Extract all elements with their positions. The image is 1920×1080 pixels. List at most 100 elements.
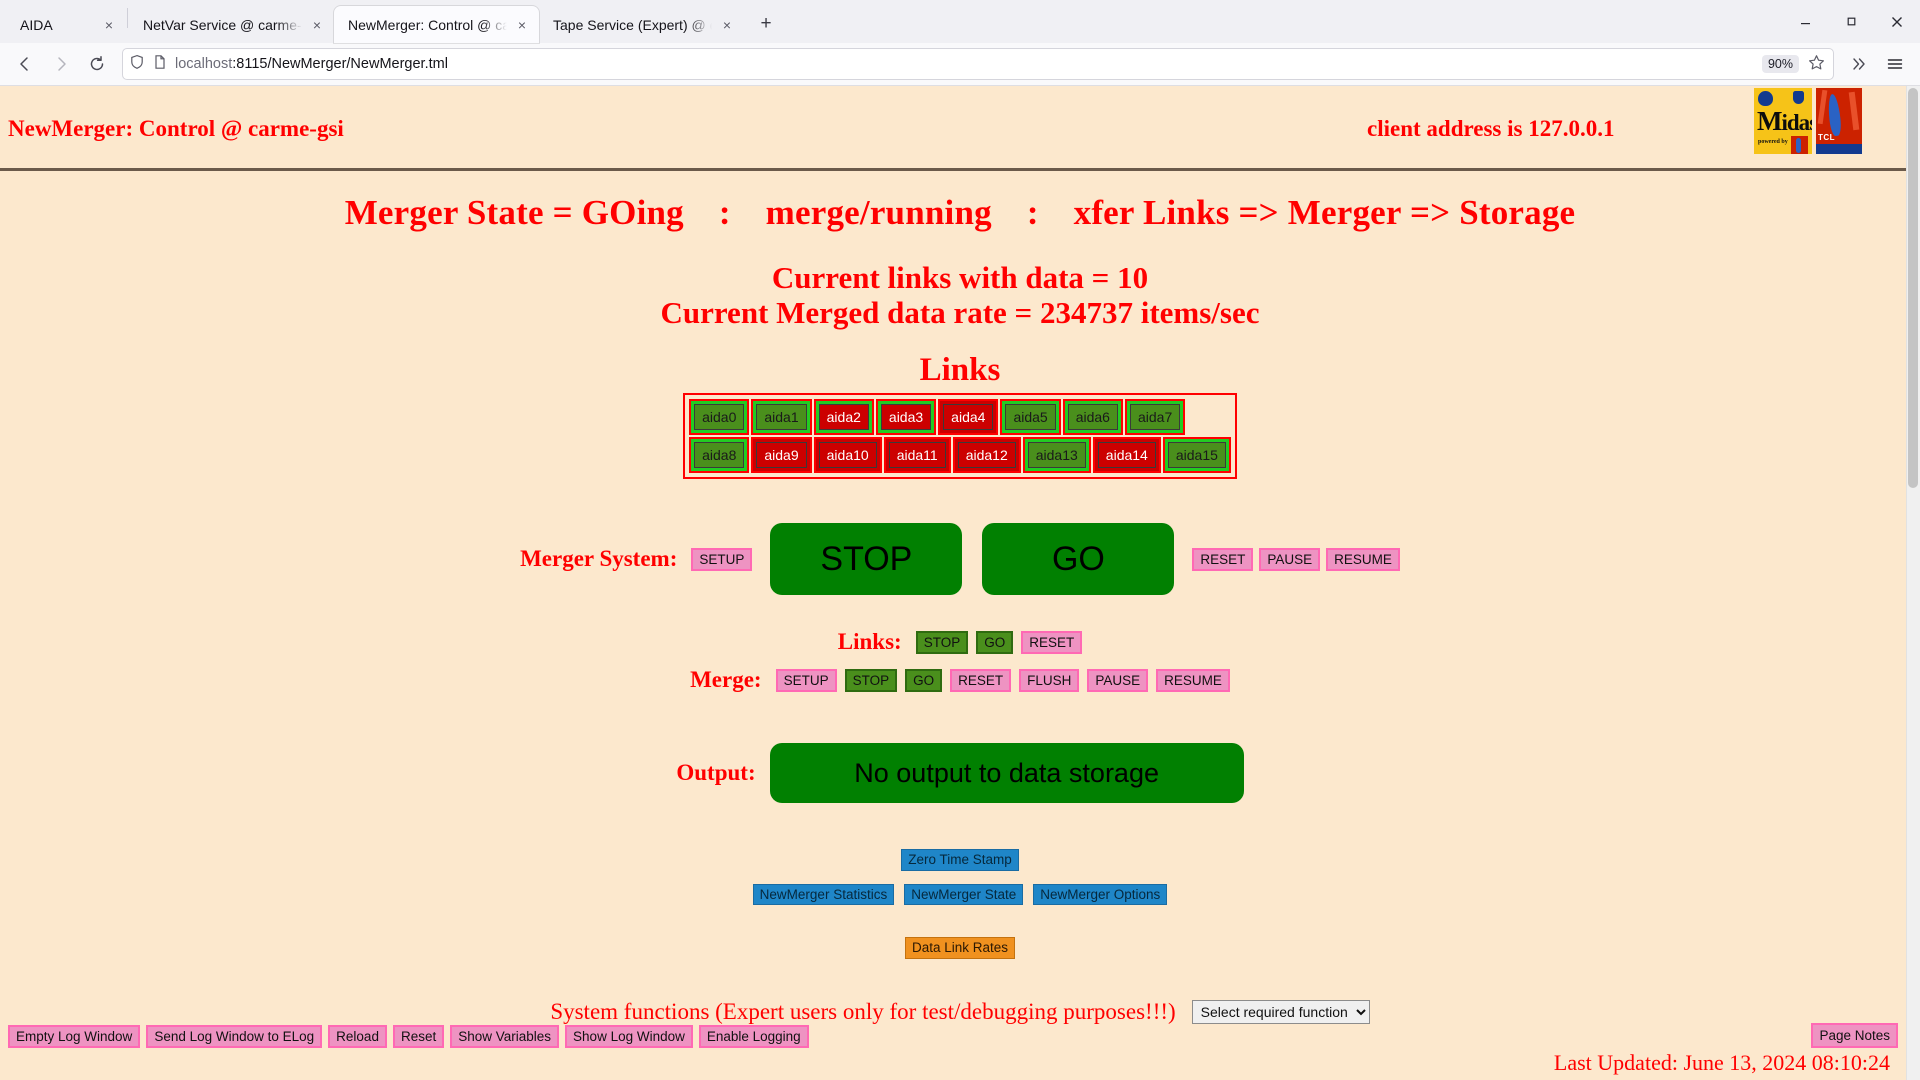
- merge-stop-button[interactable]: STOP: [844, 668, 898, 693]
- newmerger-links-row: NewMerger Statistics NewMerger State New…: [0, 883, 1920, 906]
- merge-pause-button[interactable]: PAUSE: [1087, 668, 1149, 693]
- link-cell-aida9[interactable]: aida9: [751, 437, 812, 474]
- newmerger-statistics-button[interactable]: NewMerger Statistics: [752, 883, 895, 906]
- merge-flush-button[interactable]: FLUSH: [1019, 668, 1080, 693]
- hamburger-menu-icon[interactable]: [1878, 48, 1912, 80]
- merger-system-setup-button[interactable]: SETUP: [691, 547, 753, 572]
- link-button-aida11[interactable]: aida11: [888, 442, 946, 469]
- link-cell-aida3[interactable]: aida3: [875, 399, 937, 436]
- merger-system-stop-button[interactable]: STOP: [770, 523, 963, 596]
- merge-go-button[interactable]: GO: [905, 668, 943, 693]
- link-button-aida7[interactable]: aida7: [1129, 404, 1181, 431]
- link-cell-aida12[interactable]: aida12: [952, 437, 1021, 474]
- merger-system-go-button[interactable]: GO: [982, 523, 1175, 596]
- link-button-aida5[interactable]: aida5: [1005, 404, 1056, 431]
- page-icon: [152, 54, 168, 74]
- link-button-aida6[interactable]: aida6: [1067, 404, 1118, 431]
- link-button-aida15[interactable]: aida15: [1167, 442, 1226, 469]
- data-link-rates-button[interactable]: Data Link Rates: [904, 937, 1016, 959]
- show-log-window-button[interactable]: Show Log Window: [565, 1024, 693, 1048]
- footer-toolbar: Empty Log Window Send Log Window to ELog…: [0, 1023, 1906, 1049]
- scrollbar-thumb[interactable]: [1908, 88, 1918, 488]
- tab-strip: AIDA × NetVar Service @ carme-gsi × NewM…: [0, 0, 1920, 43]
- tab-aida[interactable]: AIDA ×: [6, 6, 126, 43]
- close-icon[interactable]: ×: [100, 16, 118, 34]
- link-cell-aida11[interactable]: aida11: [883, 437, 951, 474]
- link-cell-aida7[interactable]: aida7: [1124, 399, 1186, 436]
- forward-arrow-icon[interactable]: [44, 48, 78, 80]
- link-button-aida3[interactable]: aida3: [880, 404, 932, 431]
- midas-wordmark-m: M: [1757, 106, 1783, 136]
- link-button-aida12[interactable]: aida12: [957, 442, 1016, 469]
- link-button-aida9[interactable]: aida9: [756, 442, 807, 469]
- merge-setup-button[interactable]: SETUP: [775, 668, 837, 693]
- tab-netvar-service[interactable]: NetVar Service @ carme-gsi ×: [129, 6, 334, 43]
- links-grid-wrapper: aida0 aida1 aida2 aida3 aida4 aida5 aida6 aida7…: [0, 393, 1920, 480]
- links-stop-button[interactable]: STOP: [915, 630, 969, 655]
- merger-system-label: Merger System:: [520, 546, 678, 572]
- newmerger-state-button[interactable]: NewMerger State: [904, 883, 1024, 906]
- shield-icon[interactable]: [129, 54, 145, 74]
- merge-reset-button[interactable]: RESET: [950, 668, 1012, 693]
- address-bar[interactable]: localhost:8115/NewMerger/NewMerger.tml 9…: [122, 48, 1834, 80]
- links-go-button[interactable]: GO: [976, 630, 1014, 655]
- tab-tape-service[interactable]: Tape Service (Expert) @ carme-gsi ×: [539, 6, 744, 43]
- new-tab-button[interactable]: +: [750, 8, 782, 40]
- link-cell-aida13[interactable]: aida13: [1022, 437, 1091, 474]
- enable-logging-button[interactable]: Enable Logging: [698, 1024, 809, 1048]
- link-cell-aida2[interactable]: aida2: [813, 399, 874, 436]
- link-cell-aida8[interactable]: aida8: [689, 437, 750, 474]
- link-cell-aida4[interactable]: aida4: [938, 399, 999, 436]
- close-icon[interactable]: ×: [718, 16, 736, 34]
- tab-newmerger-control[interactable]: NewMerger: Control @ carme-gsi ×: [334, 6, 539, 43]
- link-cell-aida1[interactable]: aida1: [751, 399, 812, 436]
- link-button-aida2[interactable]: aida2: [818, 404, 869, 431]
- newmerger-options-button[interactable]: NewMerger Options: [1033, 883, 1168, 906]
- link-cell-aida14[interactable]: aida14: [1092, 437, 1161, 474]
- close-icon[interactable]: ×: [308, 16, 326, 34]
- close-icon[interactable]: ×: [513, 16, 531, 34]
- link-button-aida4[interactable]: aida4: [943, 404, 994, 431]
- back-arrow-icon[interactable]: [8, 48, 42, 80]
- client-address: client address is 127.0.0.1: [1367, 116, 1615, 141]
- show-variables-button[interactable]: Show Variables: [450, 1024, 560, 1048]
- link-button-aida8[interactable]: aida8: [694, 442, 745, 469]
- send-log-to-elog-button[interactable]: Send Log Window to ELog: [146, 1024, 323, 1048]
- minimize-icon[interactable]: [1782, 0, 1828, 43]
- output-row: Output: No output to data storage: [0, 743, 1920, 804]
- reload-icon[interactable]: [80, 48, 114, 80]
- zoom-level-indicator[interactable]: 90%: [1761, 55, 1799, 73]
- link-cell-aida15[interactable]: aida15: [1162, 437, 1231, 474]
- link-cell-aida6[interactable]: aida6: [1062, 399, 1123, 436]
- output-label: Output:: [676, 760, 756, 786]
- link-cell-aida5[interactable]: aida5: [1000, 399, 1061, 436]
- merger-system-pause-button[interactable]: PAUSE: [1259, 547, 1321, 572]
- chevron-double-right-icon[interactable]: [1842, 48, 1876, 80]
- close-window-icon[interactable]: [1874, 0, 1920, 43]
- reload-button[interactable]: Reload: [328, 1024, 387, 1048]
- system-functions-select[interactable]: Select required function: [1191, 999, 1370, 1024]
- link-button-aida13[interactable]: aida13: [1027, 442, 1086, 469]
- link-button-aida14[interactable]: aida14: [1097, 442, 1156, 469]
- merger-system-reset-button[interactable]: RESET: [1192, 547, 1254, 572]
- merge-controls-label: Merge:: [690, 667, 762, 693]
- navigation-toolbar: localhost:8115/NewMerger/NewMerger.tml 9…: [0, 43, 1920, 86]
- link-button-aida0[interactable]: aida0: [694, 404, 745, 431]
- star-icon[interactable]: [1806, 54, 1827, 75]
- page-scrollbar[interactable]: [1906, 86, 1920, 1080]
- empty-log-window-button[interactable]: Empty Log Window: [8, 1024, 141, 1048]
- links-grid-row: aida0 aida1 aida2 aida3 aida4 aida5 aida6 aida7: [688, 398, 1232, 436]
- link-cell-aida0[interactable]: aida0: [689, 399, 750, 436]
- merger-system-resume-button[interactable]: RESUME: [1326, 547, 1400, 572]
- zero-time-stamp-button[interactable]: Zero Time Stamp: [901, 849, 1019, 871]
- link-button-aida1[interactable]: aida1: [756, 404, 807, 431]
- link-button-aida10[interactable]: aida10: [818, 442, 877, 469]
- links-reset-button[interactable]: RESET: [1021, 630, 1083, 655]
- reset-button[interactable]: Reset: [392, 1024, 445, 1048]
- maximize-icon[interactable]: [1828, 0, 1874, 43]
- link-cell-aida10[interactable]: aida10: [813, 437, 882, 474]
- page-notes-button[interactable]: Page Notes: [1811, 1023, 1898, 1049]
- merge-controls-row: Merge: SETUP STOP GO RESET FLUSH PAUSE R…: [0, 667, 1920, 693]
- output-status-box[interactable]: No output to data storage: [769, 743, 1244, 804]
- merge-resume-button[interactable]: RESUME: [1156, 668, 1230, 693]
